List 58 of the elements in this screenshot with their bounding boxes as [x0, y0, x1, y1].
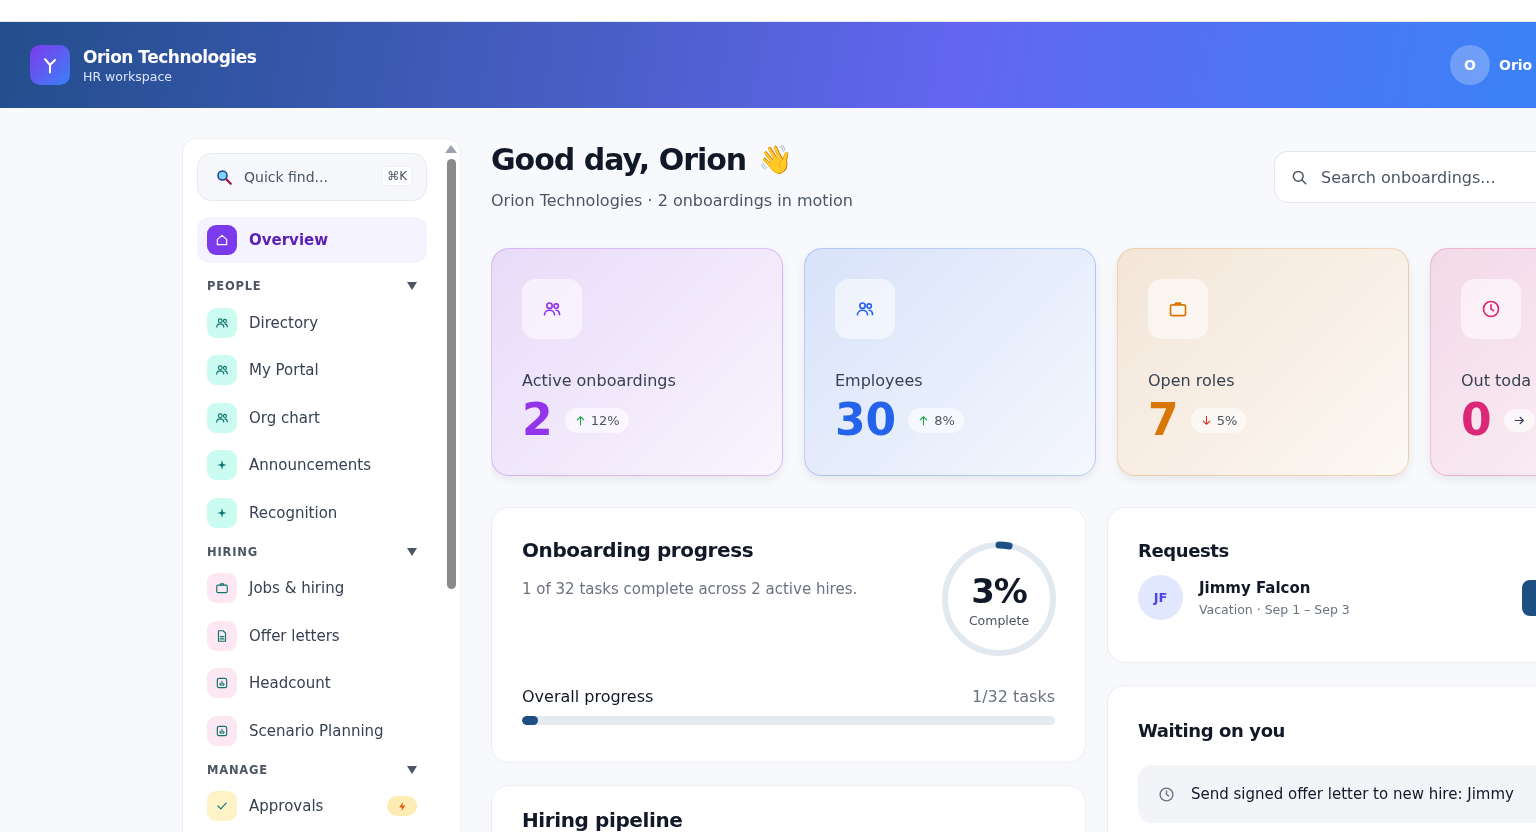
nav-label[interactable]: Announcements	[249, 456, 371, 475]
trend-value: 8%	[934, 412, 955, 428]
nav-label[interactable]: Overview	[249, 231, 329, 249]
nav-item[interactable]: Approvals	[197, 782, 427, 830]
requester-name: Jimmy Falcon	[1199, 578, 1312, 597]
stat-label: Out toda	[1461, 371, 1533, 390]
card-title: Onboarding progress	[522, 538, 755, 562]
request-detail: Vacation · Sep 1 – Sep 3	[1199, 601, 1350, 617]
task-item[interactable]: Send signed offer letter to new hire: Jimmy	[1138, 765, 1536, 823]
stat-value: 0	[1461, 398, 1492, 442]
search-field[interactable]: Search onboardings...	[1274, 151, 1536, 203]
nav-item[interactable]: Scenario Planning	[197, 707, 427, 755]
section-title: HIRING	[207, 544, 258, 559]
section-title: MANAGE	[207, 762, 268, 777]
progress-label: Overall progress	[522, 687, 654, 706]
page-title: Good day, Orion	[491, 142, 747, 177]
stat-value: 2	[522, 398, 553, 442]
nav-item[interactable]: Org chart	[197, 394, 427, 442]
section-title: PEOPLE	[207, 279, 262, 293]
nav-label[interactable]: Jobs & hiring	[249, 579, 345, 598]
card-title: Requests	[1138, 540, 1230, 561]
card-title: Waiting on you	[1138, 720, 1287, 741]
nav-item[interactable]: Offer letters	[197, 612, 427, 660]
nav-item[interactable]: Headcount	[197, 659, 427, 707]
nav-item[interactable]: Overview	[197, 217, 427, 263]
nav-label[interactable]: Directory	[249, 313, 319, 332]
user-avatar: JF	[1138, 575, 1183, 620]
workspace-label: HR workspace	[83, 68, 173, 84]
stat-label: Active onboardings	[522, 371, 677, 390]
company-name: Orion Technologies	[83, 46, 257, 67]
progress-description: 1 of 32 tasks complete across 2 active hires.	[522, 580, 858, 598]
nav-label[interactable]: My Portal	[249, 361, 319, 380]
shortcut-hint: ⌘K	[381, 166, 413, 186]
percent-value: 3%	[971, 570, 1027, 611]
nav-label[interactable]: Offer letters	[249, 626, 340, 645]
stat-label: Open roles	[1148, 371, 1236, 390]
stat-value: 7	[1148, 398, 1179, 442]
nav-item[interactable]: Directory	[197, 299, 427, 347]
task-count: 1/32 tasks	[971, 687, 1055, 706]
nav-item[interactable]: Jobs & hiring	[197, 564, 427, 612]
user-name[interactable]: Orio	[1499, 57, 1533, 73]
page-subtitle: Orion Technologies · 2 onboardings in motion	[491, 191, 853, 210]
percent-label: Complete	[968, 612, 1030, 628]
stat-value: 30	[835, 398, 897, 442]
trend-value: 12%	[590, 412, 620, 428]
card-title: Hiring pipeline	[522, 808, 684, 832]
wave-emoji: 👋	[758, 143, 794, 176]
nav-label[interactable]: Scenario Planning	[249, 721, 384, 740]
nav-label[interactable]: Org chart	[249, 408, 320, 427]
nav-label[interactable]: Headcount	[249, 674, 331, 693]
nav-label[interactable]: Approvals	[249, 797, 324, 816]
nav-item[interactable]: My Portal	[197, 346, 427, 394]
nav-label[interactable]: Recognition	[249, 503, 338, 522]
stat-label: Employees	[835, 371, 924, 390]
nav-item[interactable]: Recognition	[197, 489, 427, 537]
task-text[interactable]: Send signed offer letter to new hire: Jimmy	[1191, 785, 1514, 803]
trend-value: 5%	[1216, 412, 1238, 428]
nav-item[interactable]: Announcements	[197, 441, 427, 489]
